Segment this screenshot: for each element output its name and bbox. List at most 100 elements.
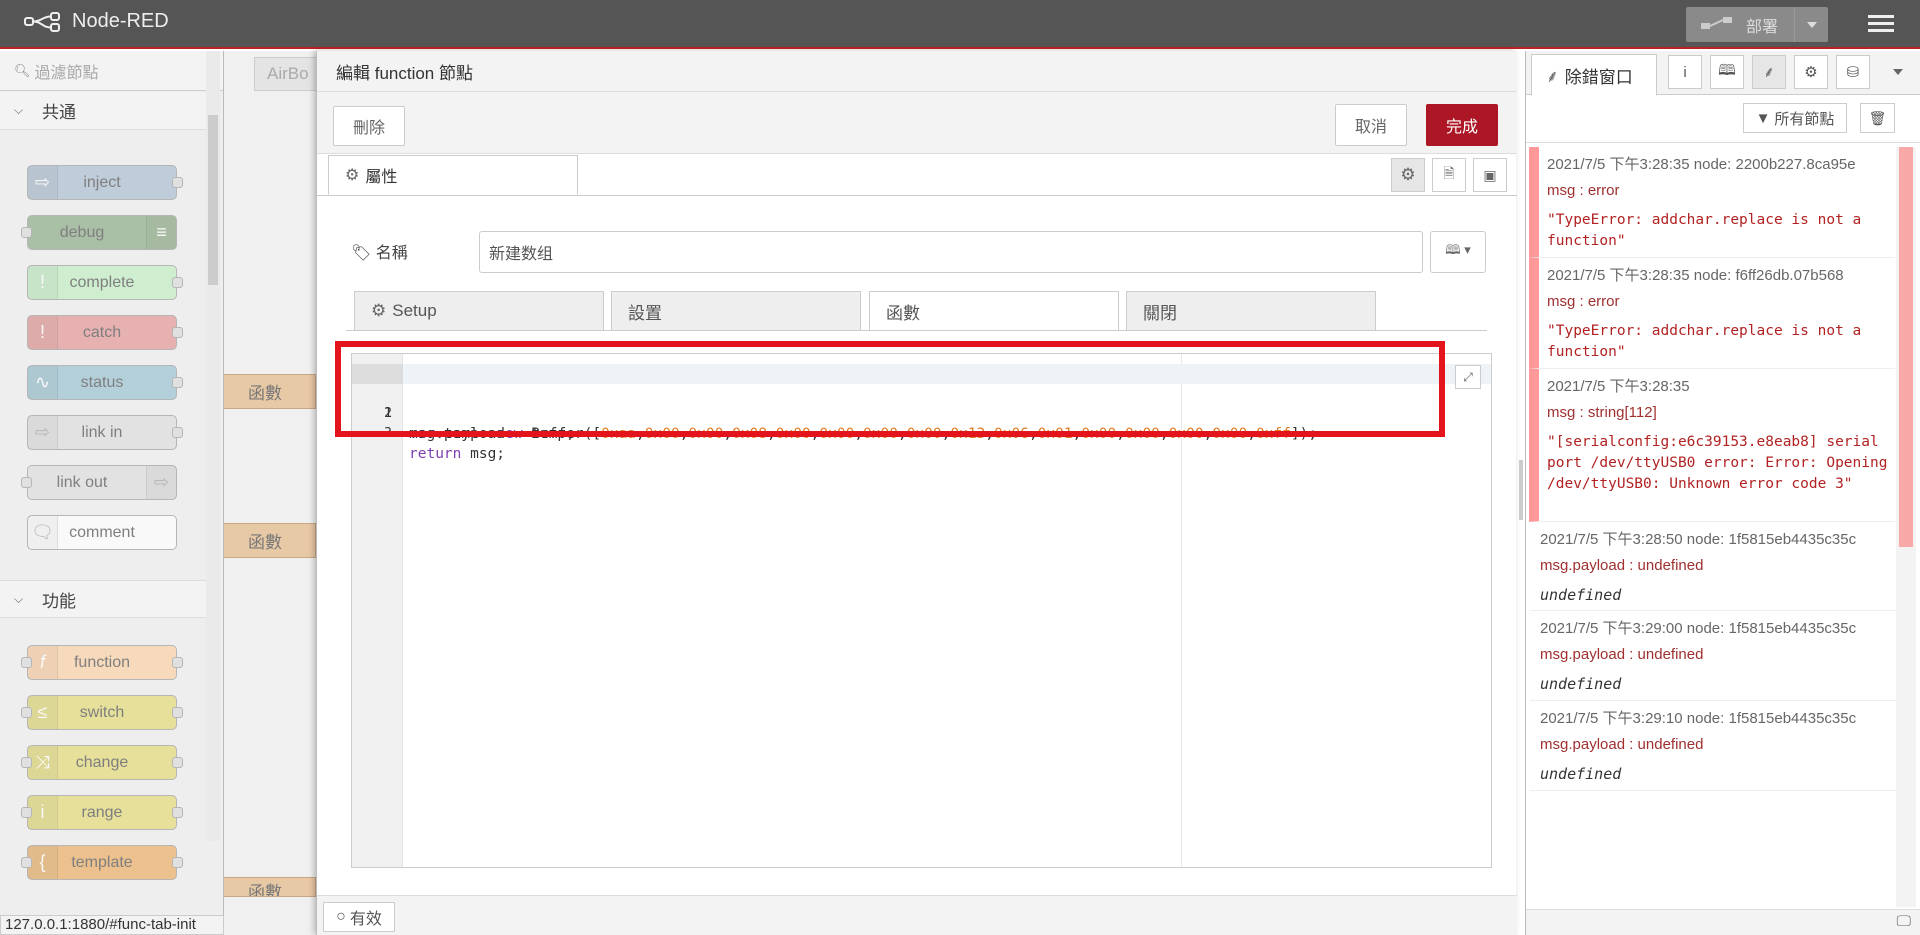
debug-message[interactable]: 2021/7/5 下午3:28:35 node: f6ff26db.07b568… <box>1529 258 1895 369</box>
palette-node-debug[interactable]: debug ≡ <box>21 215 177 250</box>
switch-icon: ≤ <box>28 696 58 729</box>
info-icon: i <box>1683 63 1687 81</box>
palette-scrollbar[interactable] <box>206 51 220 841</box>
message-value: undefined <box>1540 765 1622 783</box>
subtab-label: Setup <box>392 301 437 320</box>
scrollbar-thumb[interactable] <box>1899 147 1913 547</box>
name-input[interactable]: 新建数组 <box>479 231 1423 273</box>
status-url: 127.0.0.1:1880/#func-tab-init <box>0 915 224 935</box>
output-port[interactable] <box>172 707 183 718</box>
output-port[interactable] <box>172 657 183 668</box>
tab-debug[interactable]: ⸙ 除錯窗口 <box>1531 54 1657 96</box>
exclamation-icon: ! <box>28 316 58 349</box>
input-port[interactable] <box>21 227 32 238</box>
debug-message[interactable]: 2021/7/5 下午3:28:35 node: 2200b227.8ca95e… <box>1529 147 1895 258</box>
subtab-close[interactable]: 關閉 <box>1126 291 1376 331</box>
input-port[interactable] <box>21 807 32 818</box>
clear-debug-button[interactable]: 🗑︎ <box>1860 103 1895 133</box>
palette-node-switch[interactable]: ≤ switch <box>21 695 183 730</box>
tab-config[interactable]: ⚙ <box>1794 55 1828 89</box>
output-port[interactable] <box>172 177 183 188</box>
palette-node-link-out[interactable]: link out ⇨ <box>21 465 177 500</box>
main-menu-button[interactable] <box>1868 12 1894 38</box>
message-type: msg.payload : undefined <box>1540 736 1704 753</box>
palette-filter-input[interactable]: 🔍︎ 過濾節點 <box>0 51 223 91</box>
name-label-text: 名稱 <box>375 245 408 262</box>
debug-message-list[interactable]: 2021/7/5 下午3:28:35 node: 2200b227.8ca95e… <box>1526 147 1896 907</box>
deploy-button[interactable]: 部署 <box>1686 7 1828 42</box>
cancel-button[interactable]: 取消 <box>1335 104 1407 146</box>
caret-down-icon <box>1893 69 1903 75</box>
tab-info[interactable]: i <box>1668 55 1702 89</box>
tab-context[interactable]: ⛁ <box>1836 55 1870 89</box>
palette-node-template[interactable]: { template <box>21 845 183 880</box>
tab-debug-icon[interactable]: ⸙ <box>1752 55 1786 89</box>
code-editor[interactable]: 1 var temp= new Buffer([0xaa,0x00,0x00,0… <box>335 341 1492 868</box>
palette-node-range[interactable]: i range <box>21 795 183 830</box>
output-port[interactable] <box>172 327 183 338</box>
subtab-label: 關閉 <box>1143 303 1177 323</box>
node-label: template <box>71 853 133 871</box>
sidebar-tab-menu[interactable] <box>1881 55 1915 89</box>
chevron-down-icon: ⌵ <box>14 591 24 606</box>
palette-node-link-in[interactable]: ⇨ link in <box>27 415 183 450</box>
node-settings-button[interactable]: ⚙ <box>1391 158 1425 192</box>
flow-tab[interactable]: AirBo <box>254 57 324 91</box>
message-value: "[serialconfig:e6c39153.e8eab8] serial p… <box>1547 434 1897 492</box>
output-port[interactable] <box>172 757 183 768</box>
node-description-button[interactable]: 🗎︎ <box>1432 158 1466 192</box>
flow-node[interactable]: 函數 <box>224 374 316 409</box>
palette-node-function[interactable]: f function <box>21 645 183 680</box>
palette-node-status[interactable]: ∿ status <box>27 365 183 400</box>
tab-properties[interactable]: ⚙ 屬性 <box>328 155 578 195</box>
sidebar-resize-handle[interactable] <box>1519 460 1523 520</box>
input-port[interactable] <box>21 477 32 488</box>
input-port[interactable] <box>21 707 32 718</box>
debug-scrollbar[interactable] <box>1896 147 1916 907</box>
palette-node-complete[interactable]: ! complete <box>27 265 183 300</box>
debug-message[interactable]: 2021/7/5 下午3:29:00 node: 1f5815eb4435c35… <box>1530 611 1896 701</box>
input-port[interactable] <box>21 657 32 668</box>
monitor-icon[interactable]: 🖵︎ <box>1897 913 1911 930</box>
palette-node-comment[interactable]: 🗨︎ comment <box>27 515 177 550</box>
flow-node[interactable]: 函數 <box>224 877 316 897</box>
icon-picker-button[interactable]: 🕮︎ ▾ <box>1430 231 1486 273</box>
output-port[interactable] <box>172 427 183 438</box>
output-port[interactable] <box>172 277 183 288</box>
flow-node-label: 函數 <box>248 883 282 897</box>
deploy-menu-caret[interactable] <box>1794 7 1828 42</box>
node-label: switch <box>79 703 125 721</box>
scrollbar-thumb[interactable] <box>208 115 218 285</box>
message-meta: 2021/7/5 下午3:29:10 node: 1f5815eb4435c35… <box>1540 710 1857 727</box>
node-label: change <box>75 753 129 771</box>
flow-workspace[interactable]: AirBo 函數 函數 函數 <box>224 51 324 935</box>
subtab-function[interactable]: 函數 <box>869 291 1119 331</box>
subtab-label: 設置 <box>628 303 662 323</box>
output-port[interactable] <box>172 857 183 868</box>
debug-message[interactable]: 2021/7/5 下午3:28:50 node: 1f5815eb4435c35… <box>1530 522 1896 611</box>
palette-node-inject[interactable]: ⇨ inject <box>27 165 183 200</box>
expand-editor-button[interactable]: ⤢ <box>1455 365 1481 389</box>
palette-node-catch[interactable]: ! catch <box>27 315 183 350</box>
flow-node[interactable]: 函數 <box>224 523 316 558</box>
palette-category-function[interactable]: ⌵ 功能 <box>0 580 206 618</box>
link-in-icon: ⇨ <box>28 416 58 449</box>
node-enabled-toggle[interactable]: ○ 有效 <box>323 902 395 932</box>
subtab-setup[interactable]: ⚙ Setup <box>354 291 604 331</box>
palette-node-change[interactable]: ⤨ change <box>21 745 183 780</box>
tab-help[interactable]: 🕮︎ <box>1710 55 1744 89</box>
delete-button[interactable]: 刪除 <box>333 106 405 146</box>
debug-filter-button[interactable]: ▼ 所有節點 <box>1743 103 1847 133</box>
pulse-icon: ∿ <box>28 366 58 399</box>
output-port[interactable] <box>172 807 183 818</box>
input-port[interactable] <box>21 757 32 768</box>
output-port[interactable] <box>172 377 183 388</box>
done-button[interactable]: 完成 <box>1426 104 1498 146</box>
node-appearance-button[interactable]: ▣ <box>1473 158 1507 192</box>
debug-message[interactable]: 2021/7/5 下午3:28:35 msg : string[112] "[s… <box>1529 369 1895 522</box>
database-icon: ⛁ <box>1846 64 1860 81</box>
input-port[interactable] <box>21 857 32 868</box>
debug-message[interactable]: 2021/7/5 下午3:29:10 node: 1f5815eb4435c35… <box>1530 701 1896 791</box>
palette-category-common[interactable]: ⌵ 共通 <box>0 92 206 130</box>
subtab-settings[interactable]: 設置 <box>611 291 861 331</box>
